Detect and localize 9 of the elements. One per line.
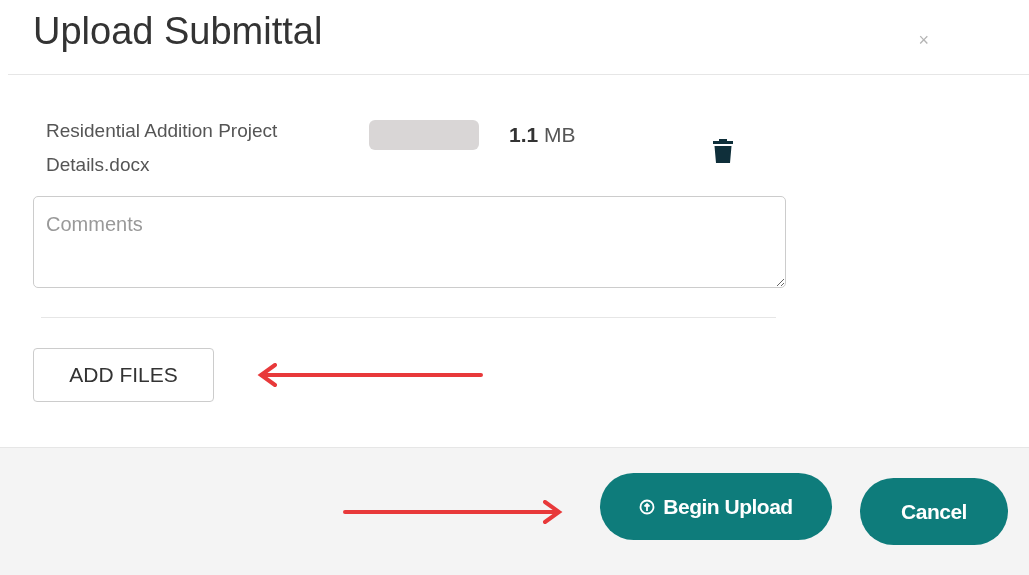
comments-field[interactable]: Comments bbox=[33, 196, 786, 288]
cancel-button[interactable]: Cancel bbox=[860, 478, 1008, 545]
dialog-title: Upload Submittal bbox=[33, 9, 323, 53]
trash-icon[interactable] bbox=[712, 138, 733, 164]
file-size: 1.1 MB bbox=[509, 122, 576, 148]
begin-upload-button[interactable]: Begin Upload bbox=[600, 473, 832, 540]
add-files-button[interactable]: ADD FILES bbox=[33, 348, 214, 402]
upload-icon bbox=[639, 498, 656, 515]
file-name: Residential Addition Project Details.docx bbox=[46, 119, 279, 177]
